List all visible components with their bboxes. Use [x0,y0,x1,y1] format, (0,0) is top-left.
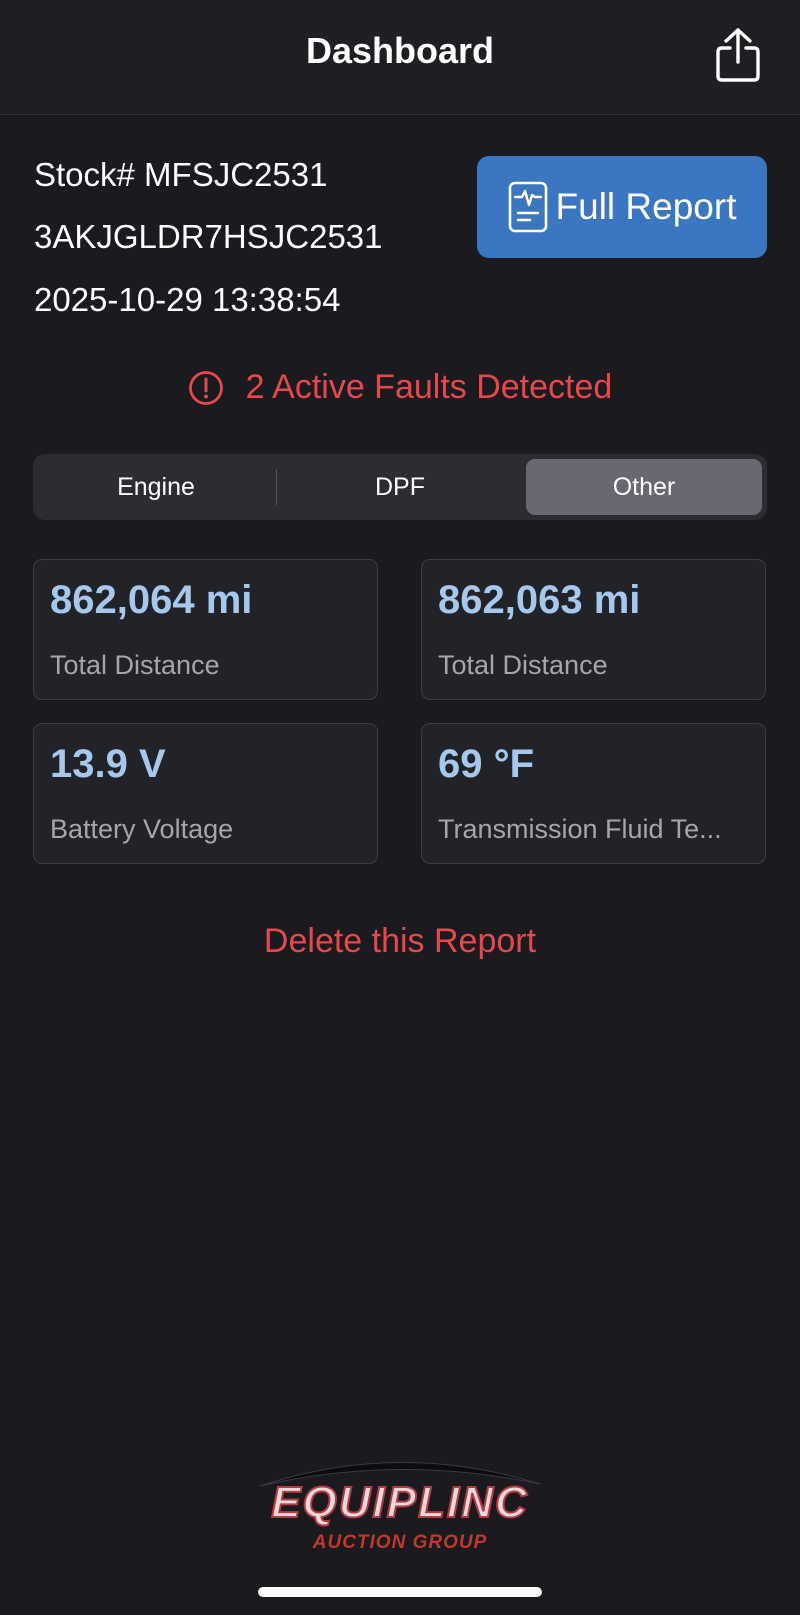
metric-value: 862,063 mi [438,578,641,622]
logo-brand-text: EQUIPLINC [270,1477,529,1528]
navigation-bar: Dashboard [0,0,800,115]
metric-card-transmission-fluid-temp: 69 °F Transmission Fluid Te... [421,723,766,864]
metric-label: Battery Voltage [50,814,234,844]
active-faults-text: 2 Active Faults Detected [245,368,613,406]
metric-card-total-distance-2: 862,063 mi Total Distance [421,559,766,700]
logo-sub-text: AUCTION GROUP [312,1532,488,1553]
home-indicator[interactable] [258,1587,542,1597]
share-icon [716,28,760,82]
category-segmented-control: Engine DPF Other [33,454,767,520]
active-faults-banner: 2 Active Faults Detected [0,368,800,407]
metric-label: Total Distance [50,650,220,680]
share-button[interactable] [714,26,762,84]
report-icon [508,181,547,233]
full-report-label: Full Report [555,186,737,227]
full-report-button[interactable]: Full Report [477,156,767,258]
metric-value: 862,064 mi [50,578,253,622]
tab-dpf[interactable]: DPF [282,459,518,515]
tab-other[interactable]: Other [526,459,762,515]
tab-engine[interactable]: Engine [38,459,274,515]
delete-report-button[interactable]: Delete this Report [0,922,800,961]
metric-value: 13.9 V [50,742,166,786]
stock-number: Stock# MFSJC2531 [34,156,328,193]
page-title: Dashboard [305,30,495,71]
metric-value: 69 °F [438,742,535,786]
metric-label: Total Distance [438,650,608,680]
vin-number: 3AKJGLDR7HSJC2531 [34,218,383,255]
segment-divider [276,469,277,505]
alert-circle-icon [188,370,223,405]
metric-card-battery-voltage: 13.9 V Battery Voltage [33,723,378,864]
report-timestamp: 2025-10-29 13:38:54 [34,281,341,318]
equiplinc-logo: EQUIPLINC AUCTION GROUP [258,1448,542,1558]
metric-card-total-distance: 862,064 mi Total Distance [33,559,378,700]
metric-label: Transmission Fluid Te... [438,814,722,844]
